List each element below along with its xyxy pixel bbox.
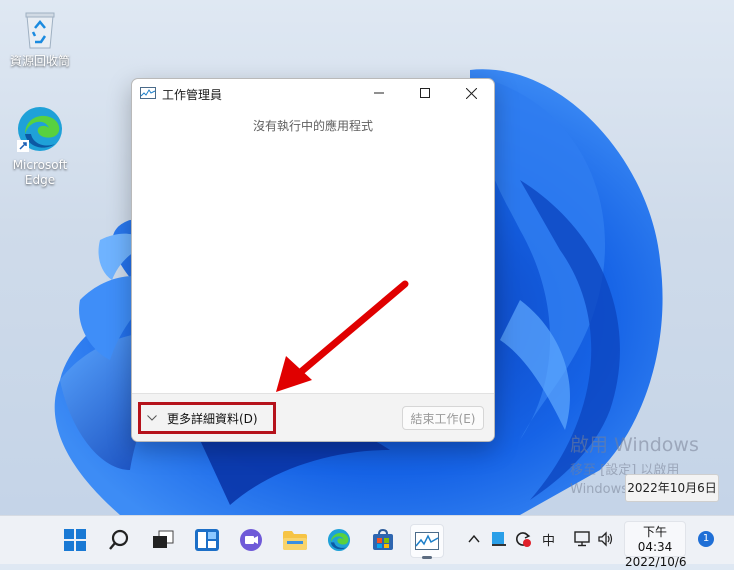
tray-app-icon[interactable]	[492, 532, 506, 546]
widgets-icon	[195, 529, 219, 551]
edge-icon	[327, 528, 351, 552]
start-button[interactable]	[59, 524, 91, 556]
search-icon	[109, 529, 129, 550]
notification-badge[interactable]: 1	[698, 531, 714, 547]
recycle-bin-icon	[25, 12, 55, 49]
close-button[interactable]	[448, 79, 494, 107]
clock-time: 下午 04:34	[637, 525, 673, 554]
minimize-button[interactable]	[356, 79, 402, 107]
network-icon[interactable]	[574, 531, 592, 547]
file-explorer-button[interactable]	[279, 524, 311, 556]
show-hidden-icons-icon[interactable]	[468, 535, 480, 543]
end-task-button[interactable]: 結束工作(E)	[402, 406, 484, 430]
watermark-line1: 啟用 Windows	[570, 434, 699, 456]
close-icon	[465, 87, 477, 99]
sync-status-icon[interactable]	[514, 530, 532, 548]
date-tooltip: 2022年10月6日	[625, 474, 719, 502]
edge-icon	[17, 107, 62, 152]
widgets-button[interactable]	[191, 524, 223, 556]
task-manager-taskbar-button[interactable]	[410, 524, 444, 559]
chevron-down-icon	[147, 415, 157, 421]
task-manager-app-icon	[140, 87, 156, 99]
task-manager-window: 工作管理員 沒有執行中的應用程式 更多詳細資料(D) 結束工作(E)	[131, 78, 495, 442]
edge-shortcut[interactable]: Microsoft Edge	[5, 104, 75, 188]
maximize-icon	[420, 88, 430, 98]
edge-label: Microsoft Edge	[12, 158, 68, 187]
more-details-label: 更多詳細資料(D)	[167, 411, 258, 426]
start-icon	[64, 529, 86, 551]
store-button[interactable]	[367, 524, 399, 556]
edge-taskbar-button[interactable]	[323, 524, 355, 556]
store-icon	[373, 529, 393, 550]
window-footer: 更多詳細資料(D) 結束工作(E)	[132, 393, 494, 441]
minimize-icon	[374, 92, 384, 94]
chat-icon	[240, 529, 262, 551]
maximize-button[interactable]	[402, 79, 448, 107]
more-details-button[interactable]: 更多詳細資料(D)	[138, 402, 276, 434]
recycle-bin-shortcut[interactable]: 資源回收筒	[5, 10, 75, 69]
empty-message: 沒有執行中的應用程式	[252, 119, 373, 133]
task-view-icon	[153, 530, 174, 548]
volume-icon[interactable]	[598, 531, 614, 547]
task-view-button[interactable]	[147, 524, 179, 556]
file-explorer-icon	[283, 531, 307, 550]
chat-button[interactable]	[235, 524, 267, 556]
window-title: 工作管理員	[162, 88, 223, 102]
input-method-indicator[interactable]: 中	[542, 530, 555, 549]
title-bar[interactable]: 工作管理員	[132, 79, 494, 107]
taskbar-clock[interactable]: 下午 04:34 2022/10/6	[624, 521, 687, 569]
recycle-bin-label: 資源回收筒	[9, 54, 70, 68]
task-manager-icon	[415, 532, 439, 550]
search-button[interactable]	[103, 524, 135, 556]
